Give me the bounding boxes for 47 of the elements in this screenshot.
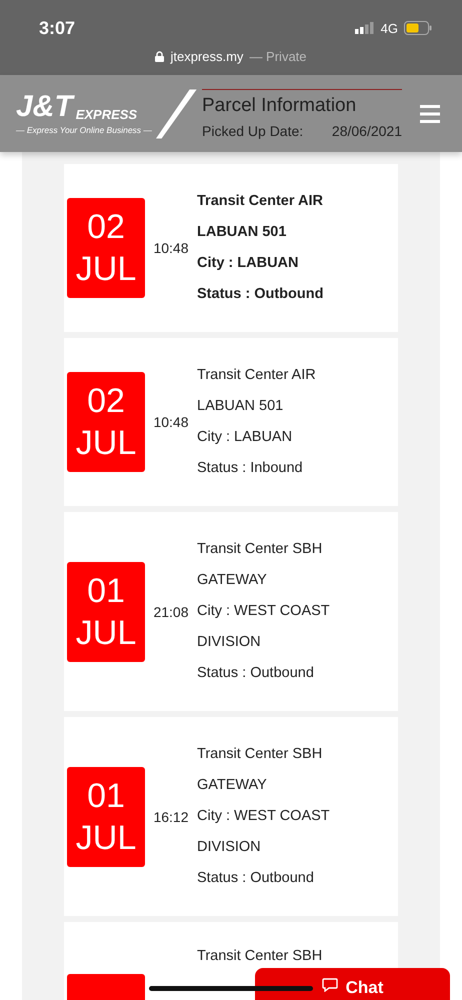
event-time: 10:48 <box>152 240 190 256</box>
event-detail: Status : Outbound <box>197 664 315 683</box>
badge-month: JUL <box>76 818 136 858</box>
event-detail: Transit Center AIR <box>197 366 316 385</box>
event-detail: LABUAN 501 <box>197 223 288 242</box>
event-detail: Transit Center SBH <box>197 540 324 559</box>
event-detail: City : WEST COAST <box>197 807 330 826</box>
event-detail: City : WEST COAST <box>197 602 330 621</box>
clock-time: 3:07 <box>39 18 76 38</box>
chat-button[interactable]: Chat <box>255 968 450 1000</box>
event-detail: GATEWAY <box>197 776 268 795</box>
event-detail: Status : Outbound <box>197 285 324 304</box>
event-detail: City : LABUAN <box>197 254 300 273</box>
url-domain[interactable]: jtexpress.my <box>170 49 244 64</box>
logo-word: EXPRESS <box>76 107 138 122</box>
event-time: 16:12 <box>152 808 190 824</box>
section-title: Parcel Information <box>202 94 358 116</box>
badge-month: JUL <box>76 423 136 464</box>
event-detail: GATEWAY <box>197 571 268 590</box>
event-detail: LABUAN 501 <box>197 397 284 416</box>
event-detail: Transit Center SBH <box>197 947 322 966</box>
network-type: 4G <box>380 20 398 36</box>
badge-month: JUL <box>76 249 136 290</box>
badge-day: 02 <box>87 380 125 422</box>
browsing-mode: — Private <box>249 49 307 64</box>
picked-label: Picked Up Date: <box>202 122 304 138</box>
event-time: 21:08 <box>152 604 190 620</box>
event-detail: City : LABUAN <box>197 428 294 447</box>
badge-day: 01 <box>87 570 125 612</box>
signal-icon <box>354 22 375 34</box>
event-detail: Transit Center SBH <box>197 745 324 764</box>
badge-day: 01 <box>87 774 125 816</box>
menu-icon <box>420 104 440 122</box>
event-time: 10:48 <box>152 414 190 430</box>
badge-month: JUL <box>76 612 136 654</box>
badge-day: 02 <box>87 206 125 248</box>
lock-icon <box>155 51 164 62</box>
event-detail: DIVISION <box>197 633 262 652</box>
event-detail: Status : Inbound <box>197 459 304 478</box>
event-detail: DIVISION <box>197 838 262 857</box>
battery-icon <box>404 21 432 35</box>
event-detail: Status : Outbound <box>197 869 315 888</box>
logo-tagline: — Express Your Online Business — <box>16 125 153 135</box>
event-detail: Transit Center AIR <box>197 192 324 211</box>
logo-mark[interactable]: J&T <box>16 92 73 122</box>
picked-date: 28/06/2021 <box>332 122 402 138</box>
chat-icon <box>322 978 338 992</box>
